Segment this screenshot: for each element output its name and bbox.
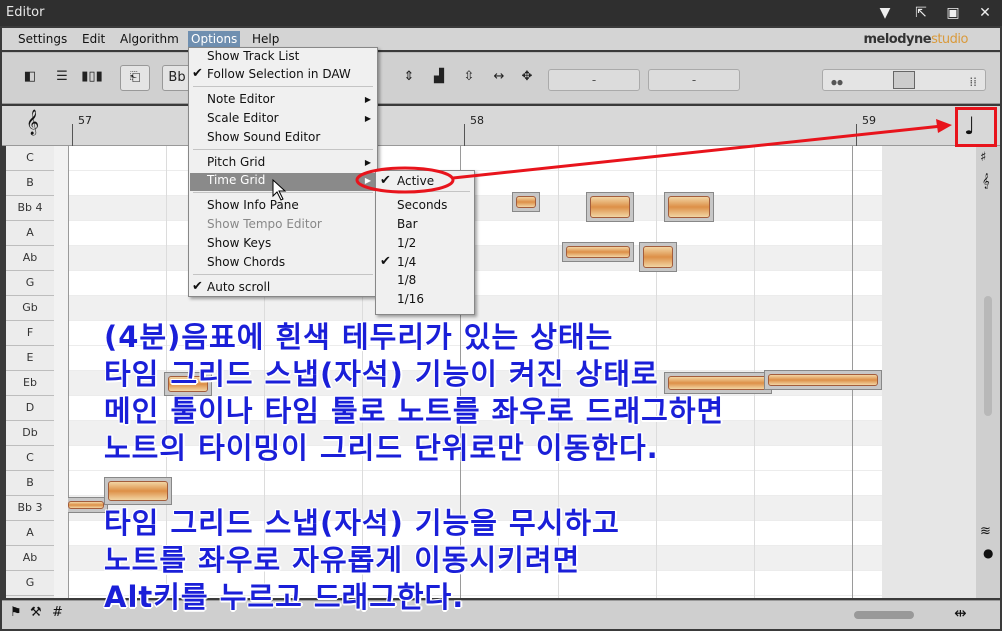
mouse-cursor-icon	[272, 178, 287, 201]
arrow-head	[936, 119, 952, 133]
annotation-arrow	[452, 124, 943, 180]
annotation-overlay	[272, 119, 952, 201]
active-highlight-ellipse	[355, 166, 455, 194]
